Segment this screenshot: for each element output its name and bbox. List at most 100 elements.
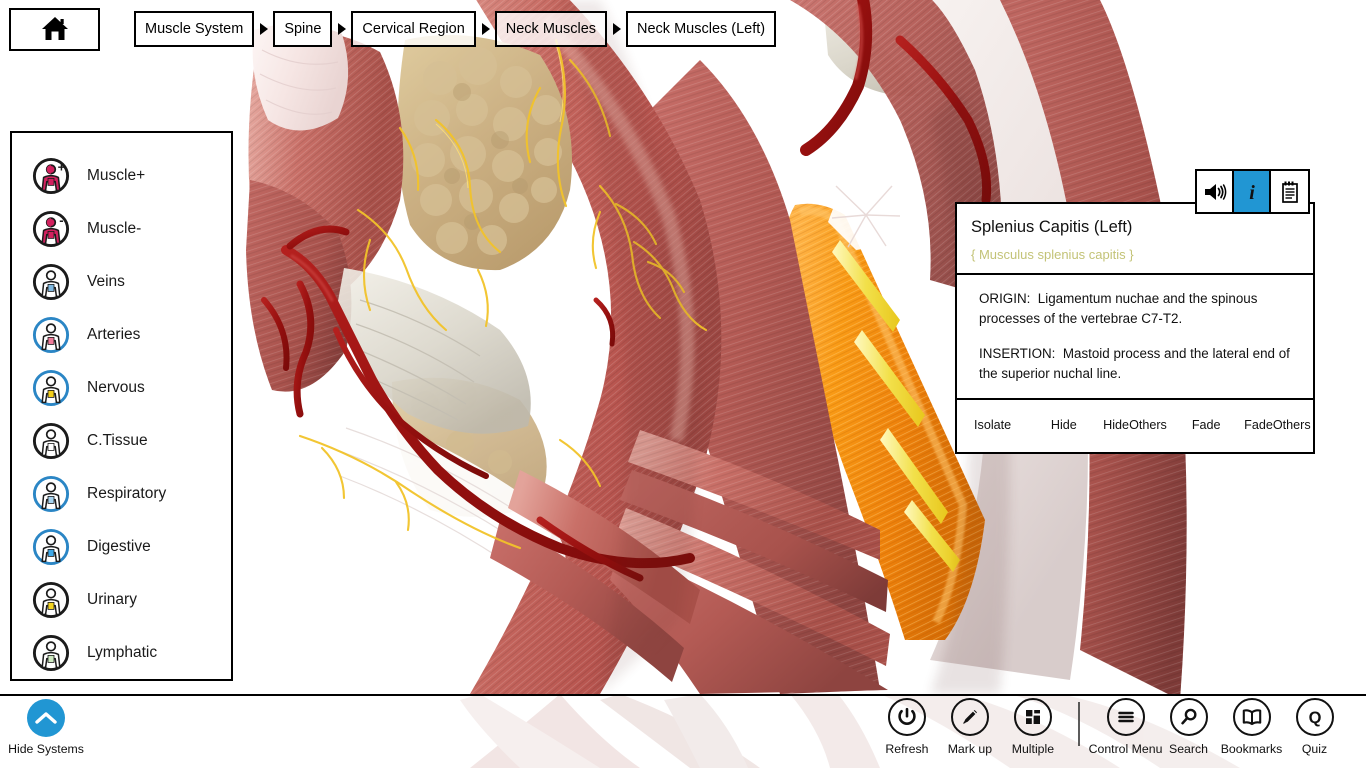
app-root: Muscle System Spine Cervical Region Neck Mu… bbox=[0, 0, 1366, 768]
hamburger-icon bbox=[1115, 706, 1137, 728]
tab-notes[interactable] bbox=[1271, 171, 1308, 212]
chevron-up-icon bbox=[35, 711, 57, 725]
tab-info[interactable]: i bbox=[1234, 171, 1271, 212]
body-digestive-icon bbox=[32, 528, 70, 566]
grid-squares-icon bbox=[1022, 706, 1044, 728]
tool-multiple-label: Multiple bbox=[1012, 742, 1054, 756]
insertion-paragraph: INSERTION: Mastoid process and the later… bbox=[979, 344, 1293, 385]
systems-list: + Muscle+ - Muscle- Veins Arteries Nervous C.Ti… bbox=[12, 149, 231, 679]
toolbar-separator bbox=[1078, 702, 1080, 746]
info-i-icon: i bbox=[1243, 180, 1261, 204]
body-muscle-minus-icon: - bbox=[32, 210, 70, 248]
bottom-toolbar: Refresh Mark up Multiple bbox=[875, 698, 1346, 756]
body-veins-icon bbox=[32, 263, 70, 301]
info-action-hide[interactable]: Hide bbox=[1028, 400, 1099, 452]
body-lymphatic-icon bbox=[32, 634, 70, 672]
tool-refresh[interactable]: Refresh bbox=[875, 698, 938, 756]
tool-control-menu-label: Control Menu bbox=[1089, 742, 1163, 756]
system-item-label: Veins bbox=[87, 273, 125, 291]
triangle-right-icon bbox=[481, 23, 490, 35]
system-item-digestive[interactable]: Digestive bbox=[12, 520, 231, 573]
tool-markup[interactable]: Mark up bbox=[938, 698, 1001, 756]
system-item-muscle[interactable]: - Muscle- bbox=[12, 202, 231, 255]
info-action-fade-others[interactable]: FadeOthers bbox=[1242, 400, 1313, 452]
system-item-nervous[interactable]: Nervous bbox=[12, 361, 231, 414]
bookmarks-circle bbox=[1233, 698, 1271, 736]
system-item-muscle[interactable]: + Muscle+ bbox=[12, 149, 231, 202]
refresh-circle bbox=[888, 698, 926, 736]
svg-text:-: - bbox=[59, 212, 63, 227]
tool-refresh-label: Refresh bbox=[885, 742, 928, 756]
system-item-veins[interactable]: Veins bbox=[12, 255, 231, 308]
markup-circle bbox=[951, 698, 989, 736]
svg-text:Q: Q bbox=[1308, 709, 1321, 727]
info-panel-tabs: i bbox=[1195, 169, 1310, 214]
tool-control-menu[interactable]: Control Menu bbox=[1094, 698, 1157, 756]
system-item-label: Respiratory bbox=[87, 485, 166, 503]
breadcrumb-item-neck-muscles-left[interactable]: Neck Muscles (Left) bbox=[626, 11, 776, 47]
info-action-isolate[interactable]: Isolate bbox=[957, 400, 1028, 452]
home-icon bbox=[40, 15, 70, 43]
triangle-right-icon bbox=[337, 23, 346, 35]
system-item-arteries[interactable]: Arteries bbox=[12, 308, 231, 361]
info-action-bar: IsolateHideHideOthersFadeFadeOthers bbox=[957, 400, 1313, 452]
hide-systems-label: Hide Systems bbox=[8, 742, 84, 756]
system-item-label: C.Tissue bbox=[87, 432, 148, 450]
system-item-label: Arteries bbox=[87, 326, 140, 344]
breadcrumb-separator bbox=[332, 23, 351, 35]
breadcrumb-separator bbox=[476, 23, 495, 35]
breadcrumb: Muscle System Spine Cervical Region Neck Mu… bbox=[0, 0, 1366, 58]
tool-markup-label: Mark up bbox=[948, 742, 992, 756]
tab-audio[interactable] bbox=[1197, 171, 1234, 212]
notepad-icon bbox=[1279, 180, 1301, 204]
info-description-scroll[interactable]: ORIGIN: Ligamentum nuchae and the spinou… bbox=[957, 275, 1313, 400]
system-item-label: Nervous bbox=[87, 379, 145, 397]
structure-title: Splenius Capitis (Left) bbox=[971, 218, 1299, 238]
tool-search[interactable]: Search bbox=[1157, 698, 1220, 756]
breadcrumb-separator bbox=[254, 23, 273, 35]
tool-multiple[interactable]: Multiple bbox=[1001, 698, 1064, 756]
breadcrumb-item-muscle-system[interactable]: Muscle System bbox=[134, 11, 254, 47]
magnifier-icon bbox=[1178, 706, 1200, 728]
breadcrumb-separator bbox=[607, 23, 626, 35]
tool-search-label: Search bbox=[1169, 742, 1208, 756]
system-item-label: Muscle+ bbox=[87, 167, 145, 185]
refresh-icon bbox=[896, 706, 918, 728]
system-item-label: Muscle- bbox=[87, 220, 141, 238]
svg-text:+: + bbox=[58, 159, 66, 174]
pencil-icon bbox=[959, 706, 981, 728]
info-action-hide-others[interactable]: HideOthers bbox=[1099, 400, 1170, 452]
system-item-respiratory[interactable]: Respiratory bbox=[12, 467, 231, 520]
breadcrumb-item-neck-muscles[interactable]: Neck Muscles bbox=[495, 11, 607, 47]
search-circle bbox=[1170, 698, 1208, 736]
control-menu-circle bbox=[1107, 698, 1145, 736]
breadcrumb-item-cervical-region[interactable]: Cervical Region bbox=[351, 11, 475, 47]
info-action-fade[interactable]: Fade bbox=[1171, 400, 1242, 452]
speaker-icon bbox=[1203, 182, 1227, 202]
body-muscle-plus-icon: + bbox=[32, 157, 70, 195]
structure-info-panel: Splenius Capitis (Left) { Musculus splen… bbox=[955, 202, 1315, 454]
tool-bookmarks[interactable]: Bookmarks bbox=[1220, 698, 1283, 756]
breadcrumb-item-spine[interactable]: Spine bbox=[273, 11, 332, 47]
system-item-c-tissue[interactable]: C.Tissue bbox=[12, 414, 231, 467]
origin-paragraph: ORIGIN: Ligamentum nuchae and the spinou… bbox=[979, 289, 1293, 330]
multiple-circle bbox=[1014, 698, 1052, 736]
body-nervous-icon bbox=[32, 369, 70, 407]
svg-text:i: i bbox=[1249, 182, 1255, 204]
insertion-label: INSERTION: bbox=[979, 346, 1055, 361]
system-item-label: Digestive bbox=[87, 538, 151, 556]
system-item-label: Urinary bbox=[87, 591, 137, 609]
tool-quiz[interactable]: Q Quiz bbox=[1283, 698, 1346, 756]
home-button[interactable] bbox=[9, 8, 100, 51]
origin-label: ORIGIN: bbox=[979, 291, 1030, 306]
body-arteries-icon bbox=[32, 316, 70, 354]
hide-systems-circle bbox=[27, 699, 65, 737]
system-item-urinary[interactable]: Urinary bbox=[12, 573, 231, 626]
system-item-lymphatic[interactable]: Lymphatic bbox=[12, 626, 231, 679]
bottom-divider bbox=[0, 694, 1366, 696]
hide-systems-button[interactable]: Hide Systems bbox=[14, 699, 78, 756]
triangle-right-icon bbox=[259, 23, 268, 35]
body-respiratory-icon bbox=[32, 475, 70, 513]
book-icon bbox=[1240, 706, 1264, 728]
breadcrumb-list: Muscle System Spine Cervical Region Neck Mu… bbox=[134, 11, 776, 47]
